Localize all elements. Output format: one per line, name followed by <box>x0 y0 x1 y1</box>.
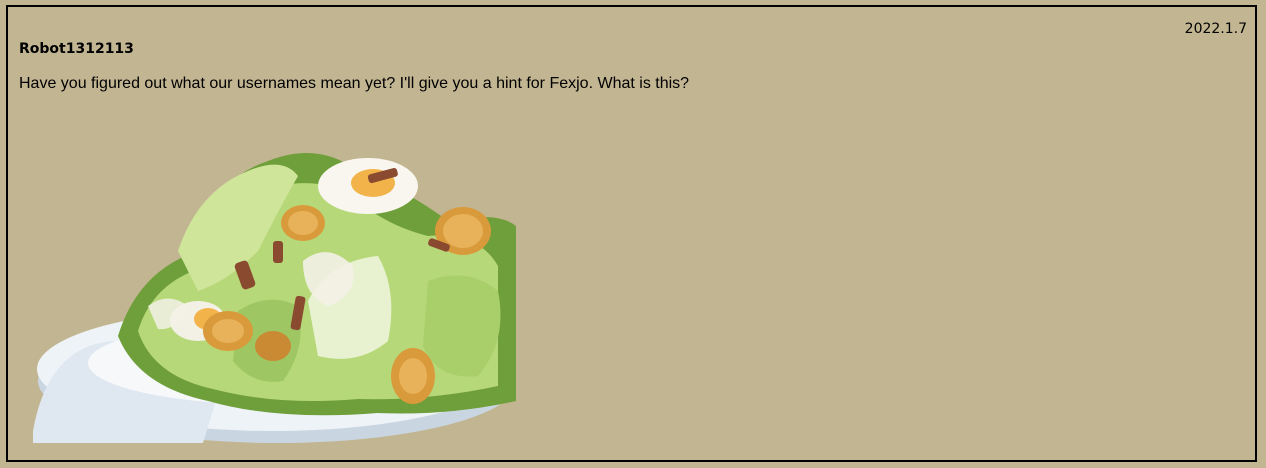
salad-photo <box>33 153 516 443</box>
post-username[interactable]: Robot1312113 <box>19 41 134 57</box>
post-date: 2022.1.7 <box>1184 21 1247 37</box>
post-message: Have you figured out what our usernames … <box>19 75 690 92</box>
forum-post: 2022.1.7 Robot1312113 Have you figured o… <box>6 5 1257 462</box>
